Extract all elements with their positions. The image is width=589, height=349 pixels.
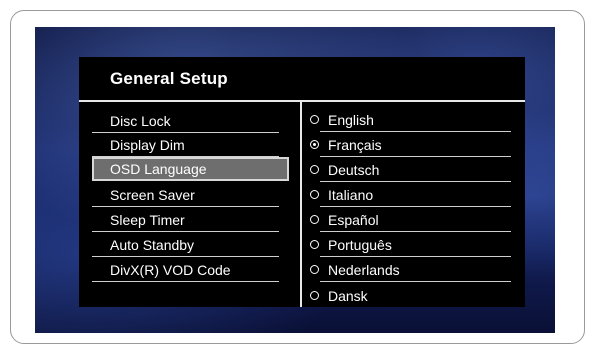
radio-icon	[310, 291, 319, 300]
radio-checked-icon	[310, 140, 319, 149]
radio-icon	[310, 165, 319, 174]
option-underline	[320, 231, 511, 232]
menu-item-label: OSD Language	[110, 161, 207, 177]
menu-item-osd-language[interactable]: OSD Language	[92, 157, 289, 181]
option-underline	[320, 131, 511, 132]
language-option-italiano[interactable]: Italiano	[306, 183, 511, 207]
language-option-deutsch[interactable]: Deutsch	[306, 158, 511, 182]
menu-item-label: Auto Standby	[110, 237, 195, 253]
page-title: General Setup	[110, 69, 228, 88]
header-divider	[79, 100, 525, 102]
language-label: Deutsch	[328, 162, 380, 178]
menu-item-screen-saver[interactable]: Screen Saver	[92, 183, 289, 207]
radio-icon	[310, 240, 319, 249]
menu-item-label: DivX(R) VOD Code	[110, 262, 231, 278]
language-label: Español	[328, 212, 379, 228]
menu-underline	[92, 231, 279, 232]
menu-underline	[92, 256, 279, 257]
language-label: Français	[328, 137, 382, 153]
language-label: Português	[328, 237, 392, 253]
menu-item-divx-vod-code[interactable]: DivX(R) VOD Code	[92, 258, 289, 282]
option-underline	[320, 181, 511, 182]
language-label: Italiano	[328, 187, 374, 203]
option-underline	[320, 206, 511, 207]
menu-item-label: Sleep Timer	[110, 212, 185, 228]
language-option-portugues[interactable]: Português	[306, 233, 511, 257]
language-label: Dansk	[328, 288, 368, 304]
language-label: Nederlands	[328, 262, 400, 278]
menu-item-disc-lock[interactable]: Disc Lock	[92, 109, 289, 133]
option-underline	[320, 256, 511, 257]
radio-icon	[310, 115, 319, 124]
language-option-espanol[interactable]: Español	[306, 208, 511, 232]
menu-item-label: Display Dim	[110, 137, 185, 153]
menu-item-label: Screen Saver	[110, 187, 195, 203]
menu-item-display-dim[interactable]: Display Dim	[92, 133, 289, 157]
language-option-francais[interactable]: Français	[306, 133, 511, 157]
radio-icon	[310, 190, 319, 199]
option-underline	[320, 156, 511, 157]
option-underline	[320, 281, 511, 282]
menu-item-sleep-timer[interactable]: Sleep Timer	[92, 208, 289, 232]
menu-item-auto-standby[interactable]: Auto Standby	[92, 233, 289, 257]
menu-item-label: Disc Lock	[110, 113, 171, 129]
column-divider	[300, 100, 302, 307]
language-option-nederlands[interactable]: Nederlands	[306, 258, 511, 282]
language-option-dansk[interactable]: Dansk	[306, 284, 511, 308]
menu-underline	[92, 206, 279, 207]
language-option-english[interactable]: English	[306, 108, 511, 132]
radio-icon	[310, 215, 319, 224]
menu-underline	[92, 281, 279, 282]
radio-icon	[310, 265, 319, 274]
language-label: English	[328, 112, 374, 128]
